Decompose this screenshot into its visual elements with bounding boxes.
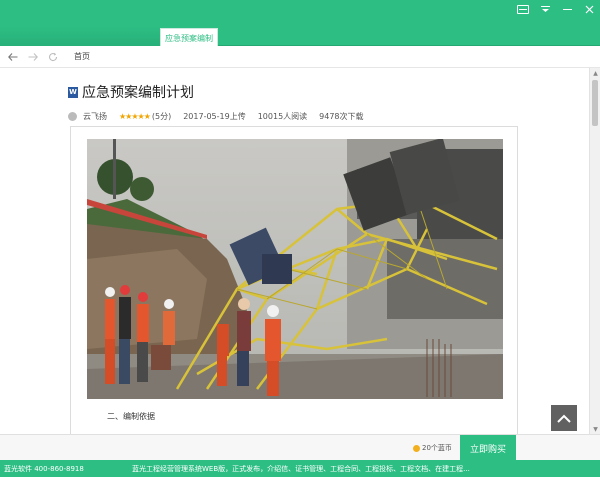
footer-bar: 蓝光软件 400-860-8918 蓝光工程经营管理系统WEB版，正式发布，介绍… (0, 460, 600, 477)
forward-arrow-icon (28, 52, 38, 61)
collapsed-crane-photo (87, 139, 503, 399)
forward-button[interactable] (26, 50, 40, 64)
document-page: 二、编制依据 (70, 126, 518, 434)
close-button[interactable] (578, 0, 600, 18)
refresh-button[interactable] (46, 50, 60, 64)
menu-icon (540, 6, 550, 12)
scroll-thumb[interactable] (592, 80, 598, 126)
word-document-icon: W (68, 86, 78, 98)
author-name[interactable]: 云飞扬 (83, 111, 107, 122)
chevron-up-icon (557, 414, 571, 423)
back-to-top-button[interactable] (551, 405, 577, 431)
user-icon (68, 112, 77, 121)
document-header: W 应急预案编制计划 云飞扬 ★★★★★ (5分) 2017-05-19上传 1… (68, 82, 528, 122)
tab-emergency-plan[interactable]: 应急预案编制 (160, 28, 218, 47)
document-meta: 云飞扬 ★★★★★ (5分) 2017-05-19上传 10015人阅读 947… (68, 111, 528, 122)
accident-photo (87, 139, 503, 399)
download-count: 9478次下载 (319, 112, 364, 121)
back-arrow-icon (8, 52, 18, 61)
menu-button[interactable] (534, 0, 556, 18)
price-display: 20个蓝币 (413, 443, 452, 453)
skin-button[interactable] (512, 0, 534, 18)
section-heading: 二、编制依据 (107, 412, 155, 421)
document-title-row: W 应急预案编制计划 (68, 82, 528, 102)
footer-contact: 蓝光软件 400-860-8918 (4, 464, 84, 473)
nav-bar: 首页 (0, 46, 600, 68)
coin-icon (413, 444, 420, 452)
back-button[interactable] (6, 50, 20, 64)
minimize-button[interactable] (556, 0, 578, 18)
refresh-icon (49, 52, 58, 61)
purchase-bar: 20个蓝币 立即购买 (0, 434, 600, 461)
page-title: 应急预案编制计划 (82, 85, 194, 101)
minimize-icon (562, 9, 572, 10)
title-bar (0, 0, 600, 26)
document-viewer: W 应急预案编制计划 云飞扬 ★★★★★ (5分) 2017-05-19上传 1… (0, 68, 589, 434)
read-count: 10015人阅读 (257, 112, 308, 121)
rating-stars: ★★★★★ (119, 112, 151, 121)
footer-news-ticker[interactable]: 蓝光工程经营管理系统WEB版，正式发布，介绍信、证书管理、工程合同、工程投标、工… (132, 464, 470, 474)
tab-strip: 应急预案编制 (0, 26, 600, 47)
tab-strip-blank (0, 26, 160, 46)
price-label: 20个蓝币 (422, 444, 452, 452)
upload-date: 2017-05-19上传 (183, 112, 246, 121)
vertical-scrollbar[interactable]: ▲ ▼ (589, 68, 600, 434)
scroll-up-arrow-icon[interactable]: ▲ (590, 68, 600, 78)
scroll-down-arrow-icon[interactable]: ▼ (590, 424, 600, 434)
close-icon (585, 5, 593, 13)
window-controls (512, 0, 600, 18)
breadcrumb-home[interactable]: 首页 (74, 51, 90, 62)
rating-score: (5分) (151, 112, 172, 121)
buy-now-button[interactable]: 立即购买 (460, 435, 516, 461)
skin-icon (517, 4, 529, 14)
